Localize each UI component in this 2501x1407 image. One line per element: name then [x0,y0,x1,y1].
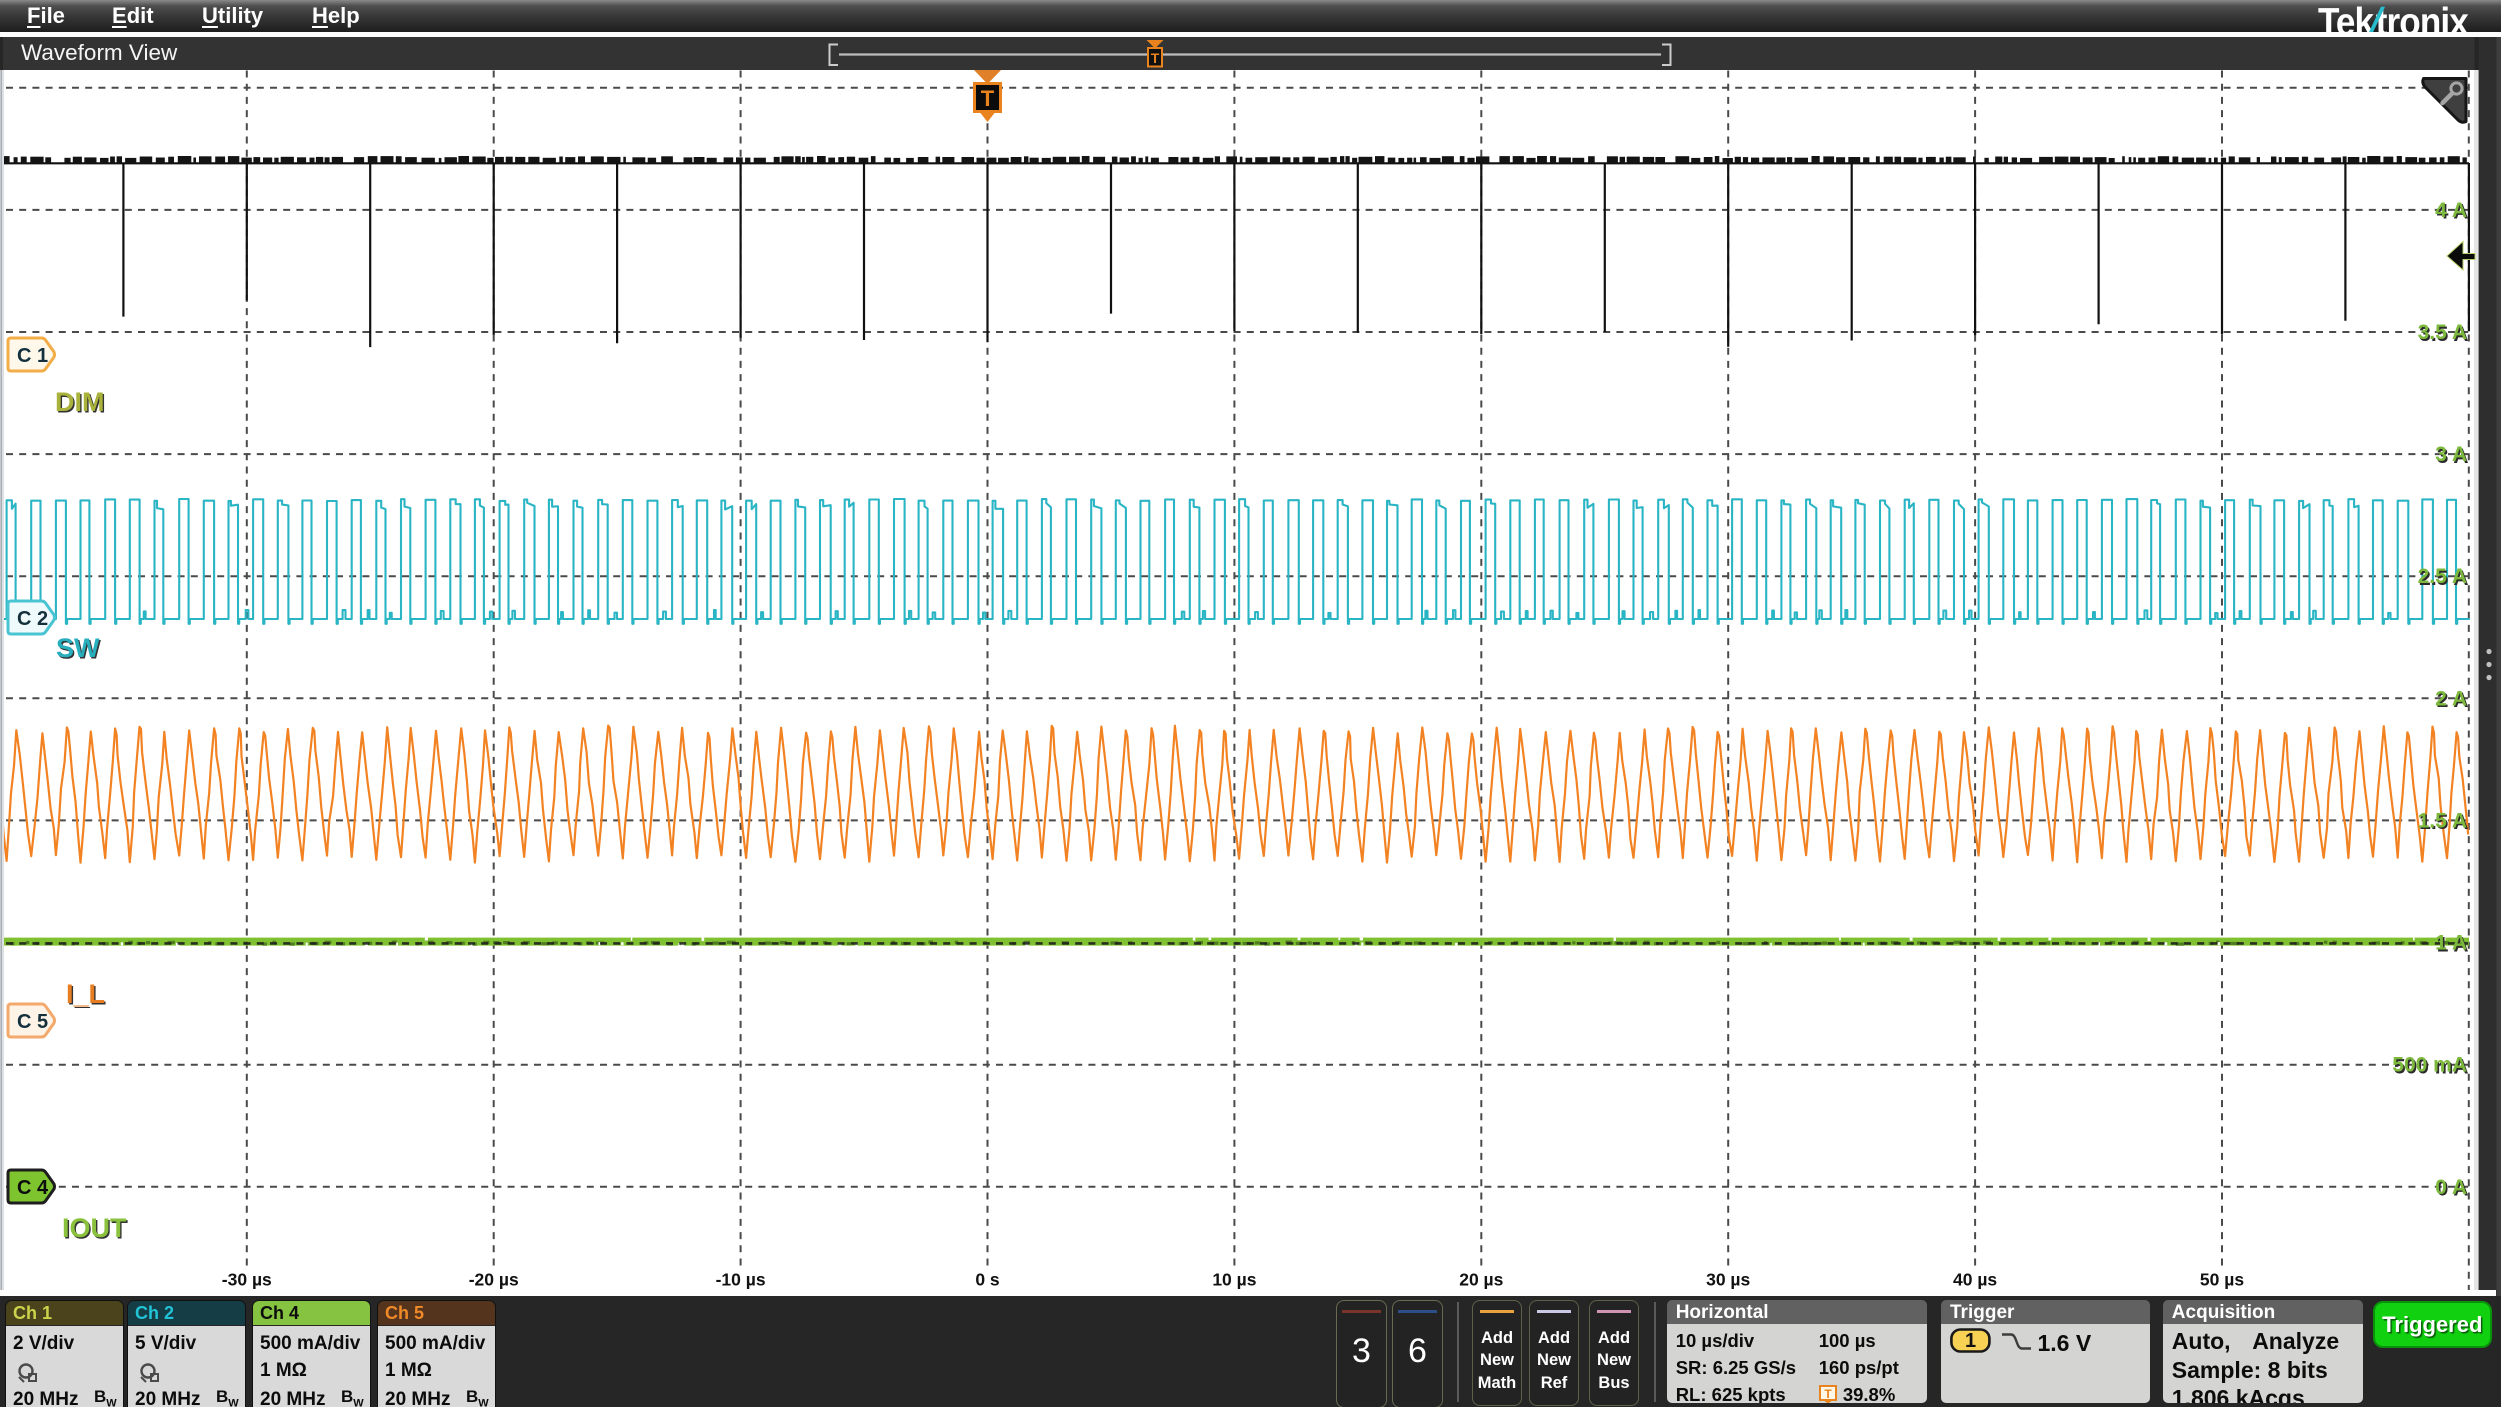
svg-text:T: T [981,86,995,111]
svg-text:C 5: C 5 [17,1011,48,1033]
svg-text:50 µs: 50 µs [2200,1270,2244,1290]
svg-text:-20 µs: -20 µs [469,1270,519,1290]
svg-text:1 A: 1 A [2435,932,2467,955]
svg-text:I_L: I_L [66,979,105,1009]
svg-text:IOUT: IOUT [62,1213,127,1243]
svg-text:500 mA: 500 mA [2392,1054,2467,1077]
svg-text:3.5 A: 3.5 A [2418,321,2467,344]
svg-text:4 A: 4 A [2435,199,2467,222]
svg-text:DIM: DIM [55,387,105,417]
svg-text:10 µs: 10 µs [1212,1270,1256,1290]
svg-text:T: T [1824,1387,1832,1401]
svg-text:2.5 A: 2.5 A [2418,565,2467,588]
svg-text:C 2: C 2 [17,608,48,630]
svg-text:40 µs: 40 µs [1953,1270,1997,1290]
svg-text:2 A: 2 A [2435,687,2467,710]
svg-text:30 µs: 30 µs [1706,1270,1750,1290]
svg-text:0 s: 0 s [975,1270,1000,1290]
svg-text:Waveform View: Waveform View [21,40,178,65]
svg-text:SW: SW [56,633,100,663]
svg-text:3 A: 3 A [2435,443,2467,466]
svg-text:1: 1 [1965,1330,1976,1352]
svg-text:-10 µs: -10 µs [716,1270,766,1290]
svg-text:0 A: 0 A [2435,1176,2467,1199]
svg-text:1.5 A: 1.5 A [2418,809,2467,832]
svg-text:20 µs: 20 µs [1459,1270,1503,1290]
svg-text:T: T [1151,50,1160,66]
svg-text:-30 µs: -30 µs [222,1270,272,1290]
svg-text:C 4: C 4 [17,1177,49,1199]
svg-text:C 1: C 1 [17,345,48,367]
